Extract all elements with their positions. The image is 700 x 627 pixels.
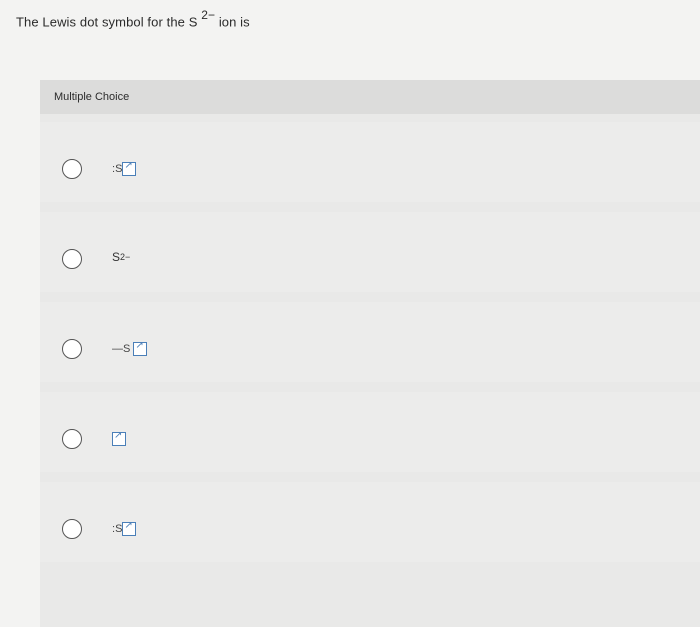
choice-4[interactable]: [40, 384, 700, 474]
choice-2-content: S 2−: [112, 250, 131, 264]
broken-image-icon: [112, 430, 126, 446]
choice-3-content: — S: [112, 340, 148, 356]
radio-button[interactable]: [62, 519, 82, 539]
radio-button[interactable]: [62, 429, 82, 449]
broken-image-icon: [133, 340, 148, 356]
choice-4-content: [112, 430, 126, 446]
choice-5-content: : S: [112, 520, 137, 536]
choice-1-content: : S: [112, 160, 137, 176]
choice-5[interactable]: : S: [40, 474, 700, 564]
choice-2[interactable]: S 2−: [40, 204, 700, 294]
panel-header: Multiple Choice: [40, 80, 700, 114]
multiple-choice-panel: Multiple Choice : S S 2− — S: [40, 80, 700, 627]
choice-3[interactable]: — S: [40, 294, 700, 384]
radio-button[interactable]: [62, 339, 82, 359]
broken-image-icon: [122, 160, 137, 176]
radio-button[interactable]: [62, 159, 82, 179]
question-superscript: 2−: [201, 8, 216, 22]
choice-1[interactable]: : S: [40, 114, 700, 204]
radio-button[interactable]: [62, 249, 82, 269]
question-suffix: ion is: [218, 14, 250, 30]
question-text: The Lewis dot symbol for the S 2− ion is: [16, 8, 250, 30]
broken-image-icon: [122, 520, 137, 536]
question-prefix: The Lewis dot symbol for the S: [16, 14, 198, 30]
